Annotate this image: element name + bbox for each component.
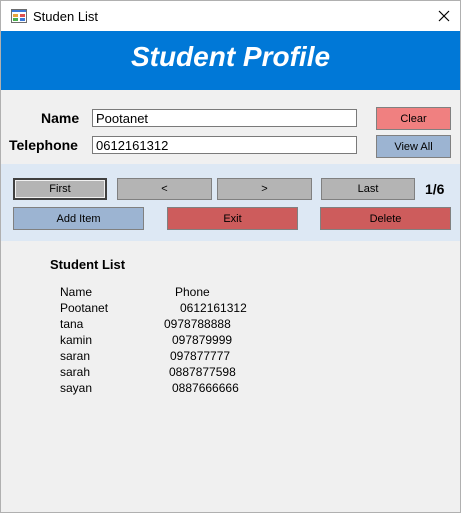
- header-banner: Student Profile: [1, 31, 460, 90]
- page-title: Student Profile: [130, 41, 331, 72]
- list-item-name: kamin: [60, 333, 93, 347]
- window-close-button[interactable]: [433, 5, 455, 27]
- name-input[interactable]: [92, 109, 357, 127]
- window-title: Studen List: [33, 9, 99, 24]
- app-window-icon: [11, 9, 27, 23]
- student-list-title: Student List: [50, 257, 126, 272]
- list-item-phone: 0978788888: [164, 317, 231, 331]
- list-item-name: tana: [60, 317, 84, 331]
- app-window: Studen List Student Profile Name Telepho…: [0, 0, 461, 513]
- list-item-phone: 0887666666: [172, 381, 239, 395]
- telephone-label: Telephone: [9, 137, 78, 153]
- list-item-name: sarah: [60, 365, 91, 379]
- previous-button[interactable]: <: [117, 178, 212, 200]
- telephone-input[interactable]: [92, 136, 357, 154]
- clear-button[interactable]: Clear: [376, 107, 451, 130]
- delete-button[interactable]: Delete: [320, 207, 451, 230]
- list-item-name: sayan: [60, 381, 93, 395]
- title-bar: Studen List: [1, 1, 460, 31]
- add-item-button[interactable]: Add Item: [13, 207, 144, 230]
- list-item-phone: 0887877598: [169, 365, 236, 379]
- list-header-name: Name: [60, 285, 93, 299]
- exit-button[interactable]: Exit: [167, 207, 298, 230]
- list-item-phone: 097879999: [172, 333, 233, 347]
- first-button[interactable]: First: [13, 178, 107, 200]
- name-label: Name: [41, 110, 80, 126]
- view-all-button[interactable]: View All: [376, 135, 451, 158]
- list-item-phone: 097877777: [170, 349, 231, 363]
- last-button[interactable]: Last: [321, 178, 415, 200]
- close-icon: [438, 10, 450, 22]
- next-button[interactable]: >: [217, 178, 312, 200]
- list-item-name: Pootanet: [60, 301, 109, 315]
- list-item-phone: 0612161312: [180, 301, 247, 315]
- list-item-name: saran: [60, 349, 91, 363]
- list-header-phone: Phone: [175, 285, 210, 299]
- record-counter: 1/6: [425, 181, 445, 197]
